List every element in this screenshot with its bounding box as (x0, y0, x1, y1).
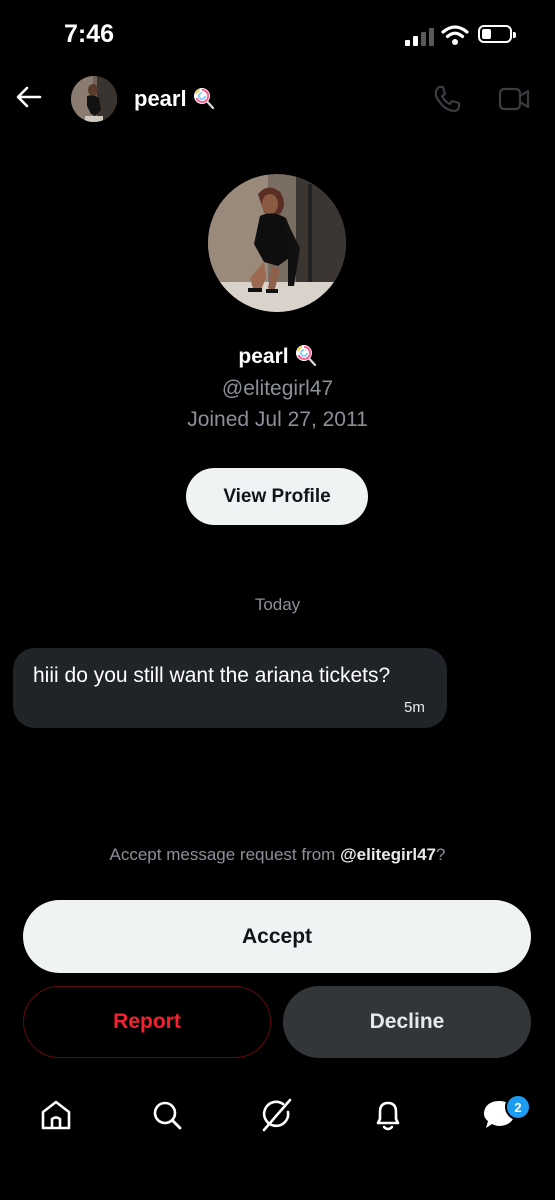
view-profile-button[interactable]: View Profile (186, 468, 368, 525)
header-name[interactable]: pearl (134, 86, 215, 112)
battery-icon (478, 25, 516, 43)
phone-call-icon[interactable] (432, 84, 462, 114)
profile-name: pearl (0, 344, 555, 369)
video-call-icon[interactable] (498, 86, 530, 112)
profile-joined-date: Joined Jul 27, 2011 (187, 408, 368, 431)
day-separator: Today (254, 595, 301, 614)
status-time: 7:46 (64, 20, 115, 48)
message-bubble[interactable] (13, 648, 447, 728)
header-name-text: pearl (134, 86, 187, 111)
request-suffix: ? (436, 845, 446, 864)
wifi-icon (441, 25, 469, 45)
home-icon[interactable] (38, 1097, 74, 1133)
search-icon[interactable] (149, 1097, 185, 1133)
lollipop-emoji-icon (193, 88, 214, 109)
profile-avatar[interactable] (208, 174, 346, 312)
message-timestamp: 5m (404, 699, 425, 716)
back-arrow-icon[interactable] (14, 82, 44, 112)
grok-icon[interactable] (259, 1097, 295, 1133)
header-avatar[interactable] (71, 76, 117, 122)
cellular-signal-icon (405, 26, 435, 46)
profile-handle: @elitegirl47 (221, 377, 334, 400)
accept-button[interactable]: Accept (23, 900, 531, 973)
message-request-prompt: Accept message request from @elitegirl47… (0, 845, 555, 865)
message-text: hiii do you still want the ariana ticket… (33, 664, 391, 687)
report-button[interactable]: Report (23, 986, 271, 1058)
profile-name-text: pearl (238, 345, 289, 368)
lollipop-emoji-icon (295, 345, 316, 366)
decline-button[interactable]: Decline (283, 986, 531, 1058)
request-handle: @elitegirl47 (340, 845, 437, 864)
request-prefix: Accept message request from (109, 845, 341, 864)
messages-badge: 2 (505, 1094, 531, 1120)
notifications-icon[interactable] (370, 1097, 406, 1133)
